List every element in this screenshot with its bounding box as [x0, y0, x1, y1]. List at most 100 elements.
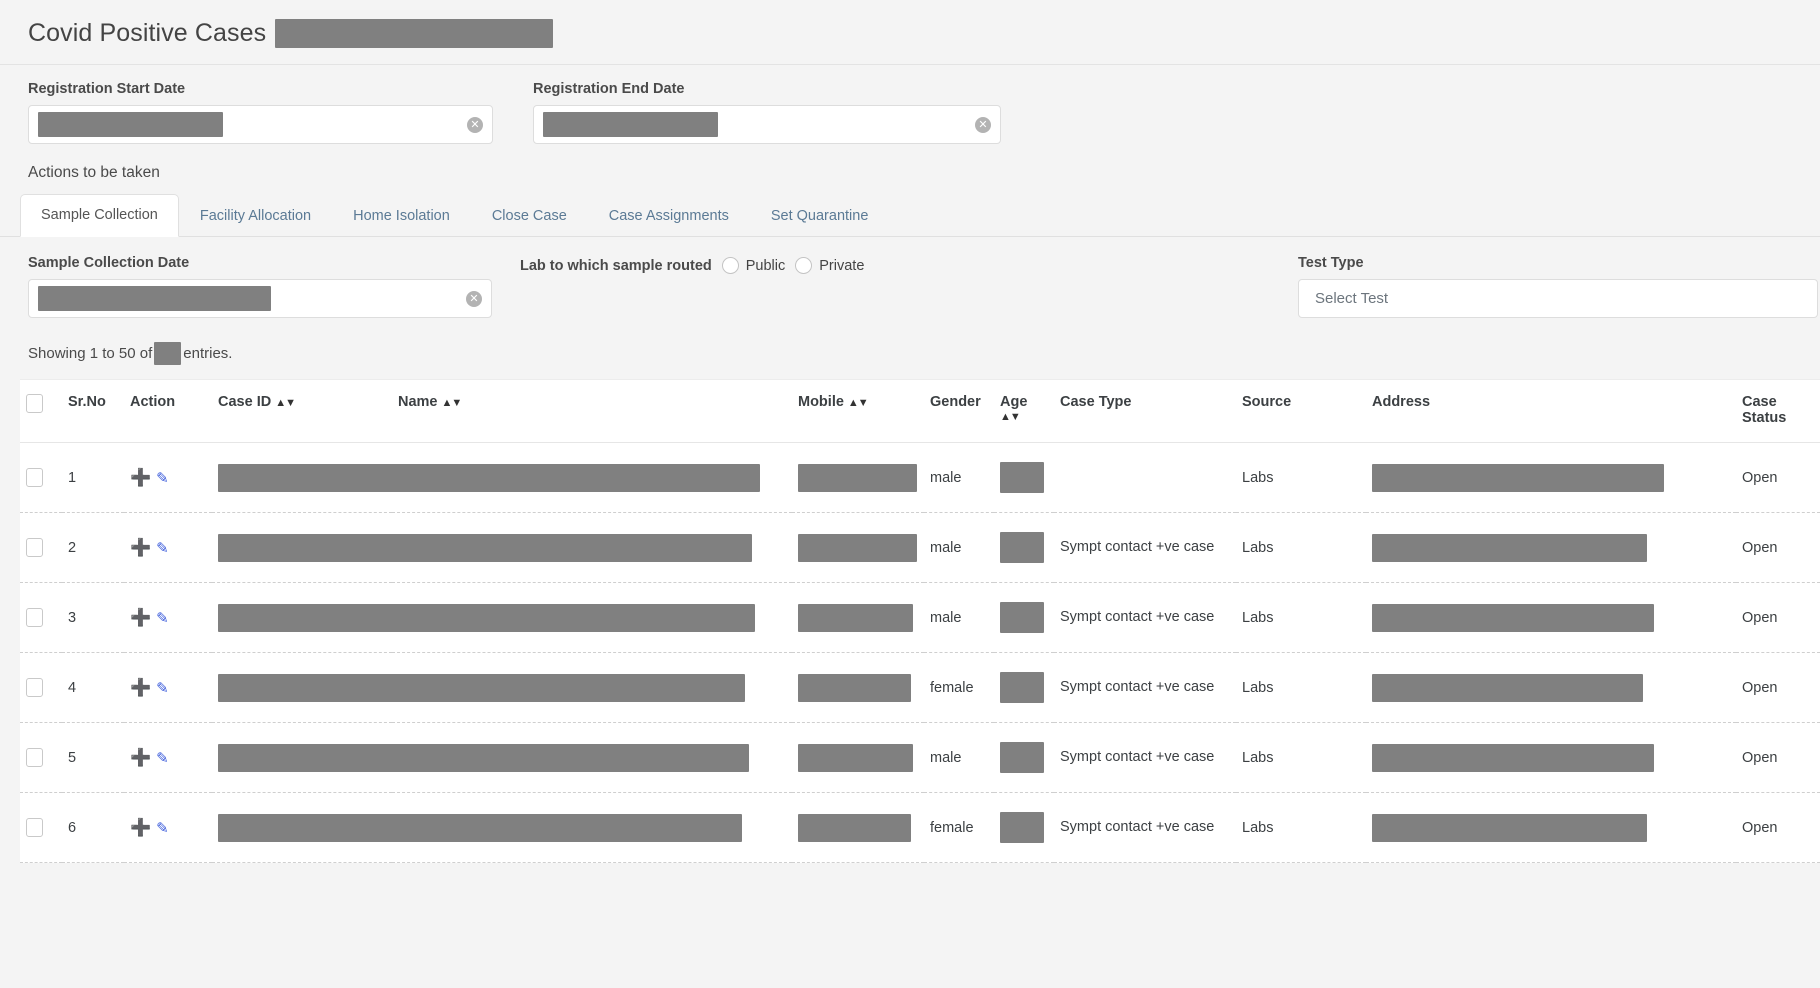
plus-icon[interactable]: ➕ — [130, 818, 151, 837]
redacted-age — [1000, 462, 1044, 493]
plus-icon[interactable]: ➕ — [130, 468, 151, 487]
th-casetype: Case Type — [1054, 380, 1236, 443]
th-mobile-label: Mobile — [798, 394, 844, 410]
row-source: Labs — [1236, 512, 1366, 583]
edit-icon[interactable]: ✎ — [156, 540, 169, 557]
row-caseid-name — [212, 652, 792, 723]
row-source: Labs — [1236, 442, 1366, 513]
clear-circle-icon[interactable]: ✕ — [975, 116, 991, 133]
radio-private[interactable] — [795, 257, 813, 274]
redacted-caseid-name — [218, 743, 749, 772]
plus-icon[interactable]: ➕ — [130, 608, 151, 627]
plus-icon[interactable]: ➕ — [130, 678, 151, 697]
row-actions: ➕ ✎ — [124, 512, 212, 583]
row-gender: male — [924, 442, 994, 513]
sort-icon[interactable]: ▲▼ — [848, 398, 869, 409]
row-address — [1366, 512, 1736, 583]
row-address — [1366, 442, 1736, 513]
sample-collection-panel: Sample Collection Date ✕ Lab to which sa… — [0, 237, 1820, 318]
showing-entries-text: Showing 1 to 50 of entries. — [0, 318, 1820, 379]
row-case-status: Open — [1736, 442, 1820, 513]
sort-icon[interactable]: ▲▼ — [1000, 412, 1048, 423]
row-checkbox[interactable] — [26, 538, 43, 557]
tab-home-isolation[interactable]: Home Isolation — [332, 195, 471, 237]
redacted-caseid-name — [218, 673, 745, 702]
redacted-sample-collection-date-value — [38, 286, 271, 311]
actions-to-be-taken-label: Actions to be taken — [28, 164, 160, 181]
edit-icon[interactable]: ✎ — [156, 820, 169, 837]
edit-icon[interactable]: ✎ — [156, 610, 169, 627]
row-age — [994, 792, 1054, 863]
row-actions: ➕ ✎ — [124, 442, 212, 513]
registration-end-date-label: Registration End Date — [533, 81, 685, 97]
page-title: Covid Positive Cases — [28, 18, 267, 47]
row-actions: ➕ ✎ — [124, 652, 212, 723]
th-gender: Gender — [924, 380, 994, 443]
edit-icon[interactable]: ✎ — [156, 680, 169, 697]
tab-close-case[interactable]: Close Case — [471, 195, 588, 237]
th-age[interactable]: Age ▲▼ — [994, 380, 1054, 443]
row-address — [1366, 582, 1736, 653]
sort-icon[interactable]: ▲▼ — [442, 398, 463, 409]
registration-end-date-input[interactable]: ✕ — [533, 105, 1001, 144]
row-caseid-name — [212, 512, 792, 583]
row-checkbox-cell — [20, 582, 62, 653]
plus-icon[interactable]: ➕ — [130, 748, 151, 767]
row-casetype — [1054, 442, 1236, 513]
row-checkbox[interactable] — [26, 748, 43, 767]
cases-table-head: Sr.No Action Case ID ▲▼ Name ▲▼ Mobile ▲▼ G… — [20, 380, 1820, 443]
registration-end-date-group: Registration End Date ✕ — [533, 81, 1035, 144]
test-type-group: Test Type Select Test — [1298, 255, 1818, 318]
cases-table: Sr.No Action Case ID ▲▼ Name ▲▼ Mobile ▲▼ G… — [20, 380, 1820, 863]
tab-facility-allocation[interactable]: Facility Allocation — [179, 195, 332, 237]
registration-start-date-input[interactable]: ✕ — [28, 105, 493, 144]
row-srno: 1 — [62, 442, 124, 513]
th-srno: Sr.No — [62, 380, 124, 443]
test-type-select[interactable]: Select Test — [1298, 279, 1818, 318]
sample-collection-date-input[interactable]: ✕ — [28, 279, 492, 318]
clear-circle-icon[interactable]: ✕ — [466, 290, 482, 307]
table-row: 4 ➕ ✎ female Sympt contact +ve case Labs Open — [20, 652, 1820, 723]
row-source: Labs — [1236, 582, 1366, 653]
redacted-total-entries — [154, 342, 182, 365]
row-address — [1366, 792, 1736, 863]
edit-icon[interactable]: ✎ — [156, 470, 169, 487]
th-address: Address — [1366, 380, 1736, 443]
row-srno: 2 — [62, 512, 124, 583]
row-checkbox[interactable] — [26, 818, 43, 837]
tab-set-quarantine[interactable]: Set Quarantine — [750, 195, 890, 237]
edit-icon[interactable]: ✎ — [156, 750, 169, 767]
redacted-age — [1000, 672, 1044, 703]
table-row: 3 ➕ ✎ male Sympt contact +ve case Labs Open — [20, 582, 1820, 653]
registration-date-filters: Registration Start Date ✕ Registration E… — [0, 65, 1820, 144]
redacted-address — [1372, 813, 1647, 842]
row-mobile — [792, 582, 924, 653]
redacted-mobile — [798, 743, 913, 772]
sort-icon[interactable]: ▲▼ — [275, 398, 296, 409]
row-checkbox[interactable] — [26, 678, 43, 697]
row-checkbox-cell — [20, 792, 62, 863]
tab-sample-collection[interactable]: Sample Collection — [20, 194, 179, 237]
tab-case-assignments[interactable]: Case Assignments — [588, 195, 750, 237]
select-all-checkbox[interactable] — [26, 394, 43, 413]
th-caseid-label: Case ID — [218, 394, 272, 410]
row-srno: 4 — [62, 652, 124, 723]
row-checkbox[interactable] — [26, 608, 43, 627]
th-case-status: Case Status — [1736, 380, 1820, 443]
th-name[interactable]: Name ▲▼ — [392, 380, 792, 443]
plus-icon[interactable]: ➕ — [130, 538, 151, 557]
cases-table-body: 1 ➕ ✎ male Labs Open 2 ➕ ✎ male Sympt contact +ve … — [20, 442, 1820, 863]
row-age — [994, 512, 1054, 583]
row-source: Labs — [1236, 722, 1366, 793]
row-srno: 5 — [62, 722, 124, 793]
row-mobile — [792, 792, 924, 863]
redacted-address — [1372, 533, 1647, 562]
redacted-address — [1372, 463, 1664, 492]
clear-circle-icon[interactable]: ✕ — [467, 116, 483, 133]
redacted-age — [1000, 532, 1044, 563]
row-checkbox[interactable] — [26, 468, 43, 487]
redacted-caseid-name — [218, 463, 760, 492]
radio-public[interactable] — [721, 257, 739, 274]
th-mobile[interactable]: Mobile ▲▼ — [792, 380, 924, 443]
th-caseid[interactable]: Case ID ▲▼ — [212, 380, 392, 443]
